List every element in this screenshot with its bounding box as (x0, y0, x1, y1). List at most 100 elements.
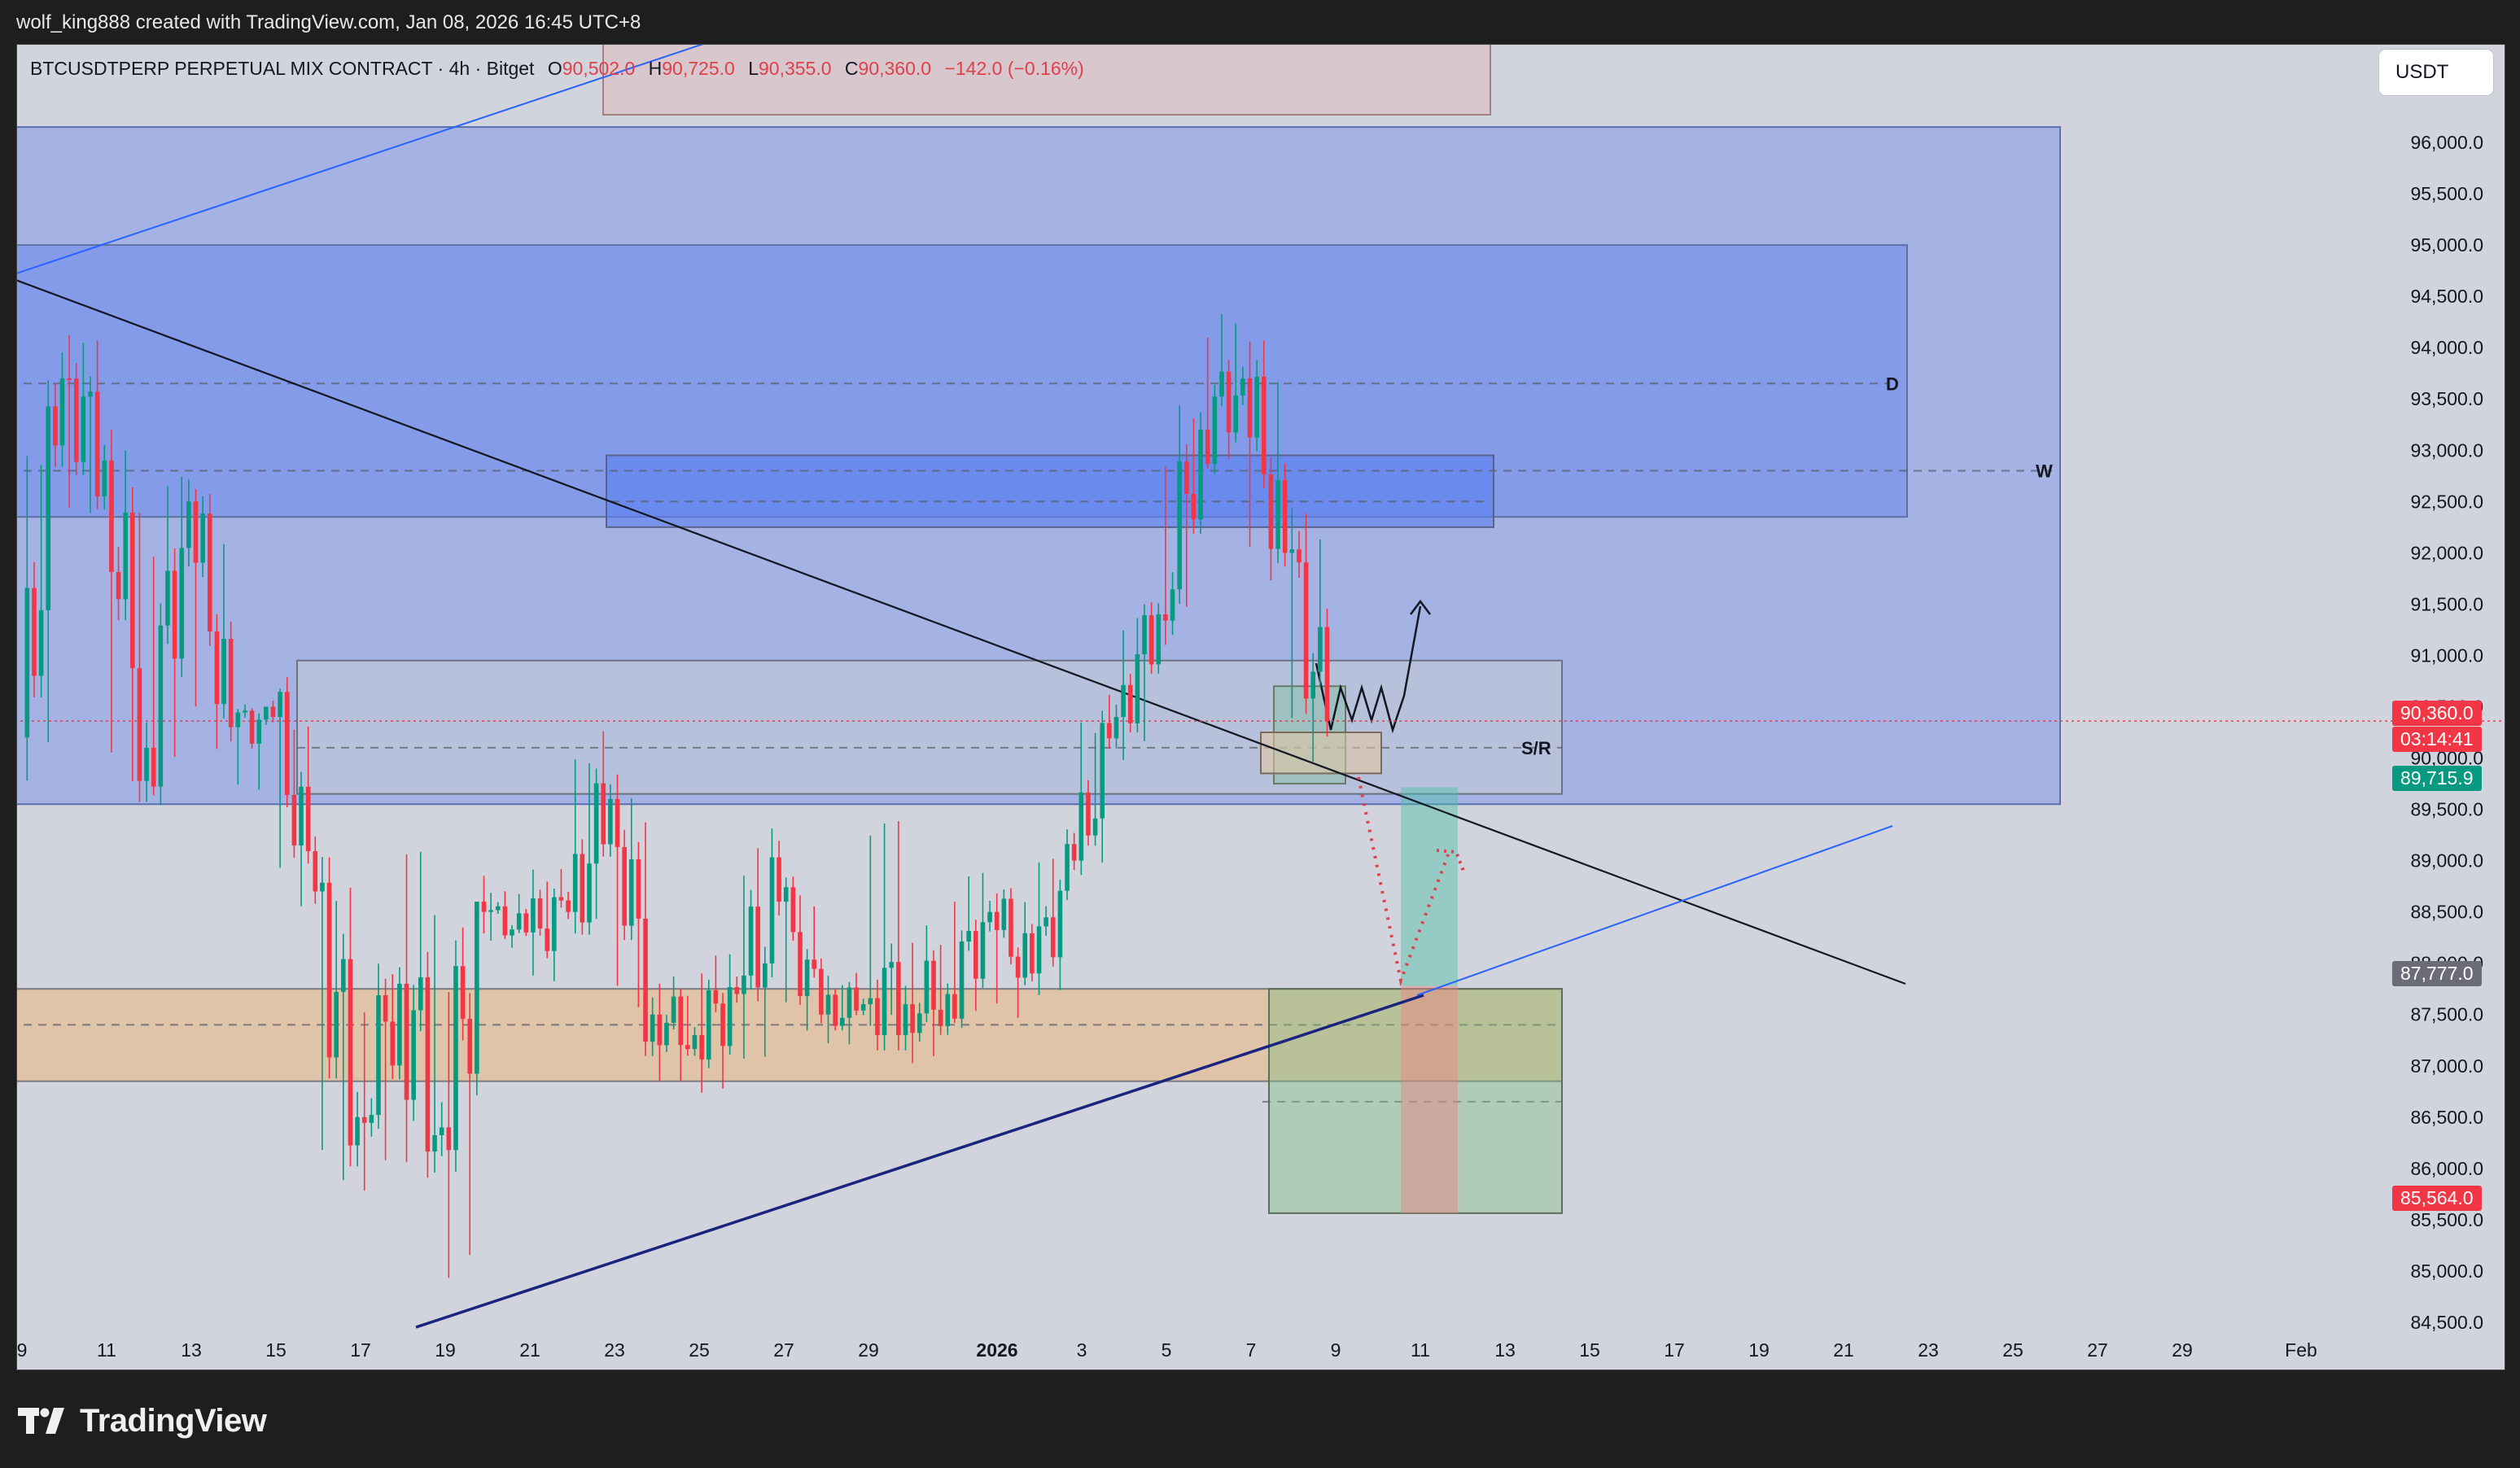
candle-body (32, 588, 37, 676)
x-tick-label: 15 (1579, 1339, 1600, 1361)
candle-body (144, 747, 149, 781)
candle-body (1135, 654, 1140, 723)
candle (355, 1091, 360, 1167)
candle-body (488, 910, 493, 912)
price-chart[interactable]: D W S/R 84,500.0 85,000.0 85,500.0 86,000.0 86,… (17, 45, 2505, 1370)
candle-body (1233, 395, 1239, 433)
low-value: 90,355.0 (758, 58, 832, 79)
candle-body (165, 570, 170, 626)
candle-body (980, 922, 986, 979)
candle-body (1148, 615, 1154, 665)
candle-body (158, 625, 164, 787)
candle-body (278, 692, 282, 718)
candle-body (945, 994, 951, 1027)
candle-body (1324, 627, 1330, 722)
candle (425, 951, 431, 1178)
candle (531, 869, 536, 976)
candle-body (1142, 615, 1147, 655)
candle-body (1198, 430, 1203, 520)
candle-body (664, 1022, 669, 1046)
x-tick-label: 5 (1162, 1339, 1172, 1361)
candle (819, 958, 824, 1024)
candle-body (966, 930, 971, 942)
candle-body (755, 907, 760, 988)
candle-body (1226, 371, 1232, 433)
candle-body (67, 378, 72, 380)
tradingview-mark-icon (18, 1407, 64, 1434)
candle (959, 930, 965, 1029)
candle (593, 768, 599, 920)
candle (1057, 880, 1063, 990)
candle-body (1113, 717, 1119, 739)
candle (481, 876, 487, 934)
candle-body (59, 378, 65, 446)
candle-body (798, 932, 803, 997)
candle-body (1078, 792, 1084, 861)
candle-body (692, 1034, 698, 1050)
candle (628, 798, 634, 941)
y-tick-label: 87,500.0 (2410, 1004, 2483, 1025)
candle (516, 893, 522, 933)
candle-body (622, 846, 627, 926)
candle (615, 774, 620, 986)
candle (987, 901, 992, 932)
candle-body (987, 911, 992, 923)
candle-body (657, 1014, 663, 1046)
candle-body (685, 1045, 690, 1050)
x-tick-label: Feb (2285, 1339, 2317, 1361)
candle-body (228, 639, 234, 727)
tradingview-logo[interactable]: TradingView (18, 1403, 267, 1440)
candle (1036, 862, 1042, 995)
y-tick-label: 94,500.0 (2410, 286, 2483, 307)
candle-body (699, 1034, 704, 1059)
x-tick-label: 11 (97, 1339, 116, 1361)
y-tick-label: 89,000.0 (2410, 850, 2483, 872)
candle (228, 621, 234, 742)
candle-body (1071, 844, 1077, 861)
candle-body (580, 854, 585, 923)
candle-body (812, 959, 817, 969)
candle (643, 822, 648, 1056)
candle-body (481, 902, 487, 912)
candle-body (1240, 378, 1245, 395)
candle-body (24, 588, 30, 738)
high-value: 90,725.0 (662, 58, 735, 79)
x-tick-label: 23 (604, 1339, 625, 1361)
candle (207, 494, 212, 646)
candle (966, 876, 971, 951)
candle-body (1065, 844, 1070, 891)
tradingview-wordmark: TradingView (80, 1403, 267, 1439)
candle-body (931, 960, 936, 1010)
candle-body (552, 897, 557, 951)
candle (1324, 608, 1330, 737)
candle-body (516, 913, 522, 930)
candle (580, 839, 585, 935)
candle-body (896, 962, 901, 1035)
candle (475, 902, 479, 1095)
candle-body (102, 460, 107, 497)
candle (249, 708, 255, 749)
candle-body (678, 996, 684, 1046)
candle-body (214, 631, 220, 705)
chart-area[interactable]: D W S/R 84,500.0 85,000.0 85,500.0 86,000.0 86,… (16, 44, 2505, 1370)
candle-body (783, 887, 789, 902)
candle-body (46, 406, 51, 610)
currency-selector[interactable]: USDT (2379, 50, 2493, 95)
candle-body (1261, 376, 1267, 474)
y-tick-label: 85,500.0 (2410, 1209, 2483, 1230)
y-tick-label: 95,000.0 (2410, 234, 2483, 256)
candle-body (973, 930, 978, 979)
candle-body (566, 900, 571, 912)
profit-zone (1401, 985, 1458, 1213)
candle-body (1015, 956, 1021, 978)
candle-body (650, 1014, 655, 1042)
candle-body (608, 798, 613, 845)
candle-body (137, 668, 142, 781)
candle-body (833, 994, 838, 1026)
attribution-text: wolf_king888 created with TradingView.co… (16, 11, 641, 33)
candle-body (875, 998, 880, 1035)
candle (284, 677, 290, 808)
candle-body (1050, 917, 1056, 958)
candle (812, 906, 817, 978)
candle (1065, 829, 1070, 901)
